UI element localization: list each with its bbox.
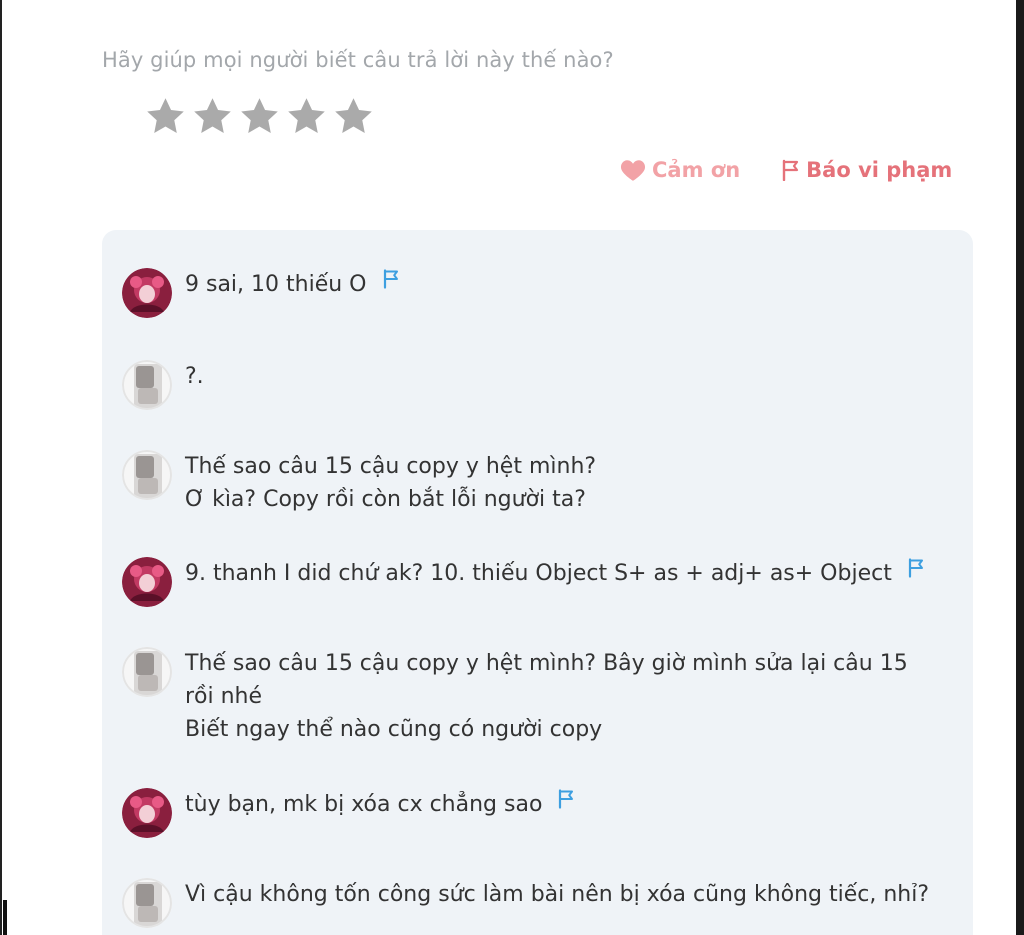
comment-line: Ơ kìa? Copy rồi còn bắt lỗi người ta? — [185, 487, 586, 512]
comment-item: Vì cậu không tốn công sức làm bài nên bị… — [122, 878, 953, 933]
report-flag-icon[interactable] — [908, 555, 926, 588]
comment-line: 9 sai, 10 thiếu O — [185, 272, 367, 297]
anime-avatar[interactable] — [122, 788, 172, 838]
comment-item: Thế sao câu 15 cậu copy y hệt mình? Ơ kì… — [122, 450, 953, 520]
comment-line: Vì cậu không tốn công sức làm bài nên bị… — [185, 882, 930, 907]
comment-line: Thế sao câu 15 cậu copy y hệt mình? Bây … — [185, 651, 908, 709]
comment-text: 9 sai, 10 thiếu O — [185, 268, 943, 301]
comment-line: Thế sao câu 15 cậu copy y hệt mình? — [185, 454, 597, 479]
comment-line: Biết ngay thể nào cũng có người copy — [185, 717, 603, 742]
comment-text: Thế sao câu 15 cậu copy y hệt mình? Ơ kì… — [185, 450, 943, 516]
report-button[interactable]: Báo vi phạm — [782, 158, 952, 182]
heart-icon — [620, 158, 646, 182]
answer-actions: Cảm ơn Báo vi phạm — [620, 158, 952, 182]
star-icon-3[interactable] — [238, 95, 281, 138]
star-icon-5[interactable] — [332, 95, 375, 138]
grey-avatar[interactable] — [122, 360, 172, 410]
comment-text: ?. — [185, 360, 943, 393]
anime-avatar[interactable] — [122, 268, 172, 318]
flag-icon — [782, 159, 800, 181]
comment-text: Thế sao câu 15 cậu copy y hệt mình? Bây … — [185, 647, 943, 746]
grey-avatar[interactable] — [122, 878, 172, 928]
comment-line: ?. — [185, 364, 204, 389]
edge-mark — [3, 900, 7, 935]
comment-text: 9. thanh I did chứ ak? 10. thiếu Object … — [185, 557, 943, 590]
comment-text: Vì cậu không tốn công sức làm bài nên bị… — [185, 878, 943, 911]
report-flag-icon[interactable] — [558, 786, 576, 819]
comment-line: 9. thanh I did chứ ak? 10. thiếu Object … — [185, 561, 892, 586]
comment-item: tùy bạn, mk bị xóa cx chẳng sao — [122, 788, 953, 843]
grey-avatar[interactable] — [122, 647, 172, 697]
grey-avatar[interactable] — [122, 450, 172, 500]
rating-prompt: Hãy giúp mọi người biết câu trả lời này … — [102, 48, 614, 72]
report-flag-icon[interactable] — [383, 266, 401, 299]
comment-item: Thế sao câu 15 cậu copy y hệt mình? Bây … — [122, 647, 953, 752]
comments-panel: 9 sai, 10 thiếu O ?. Thế sao câu 15 cậu … — [102, 230, 973, 935]
comment-item: ?. — [122, 360, 953, 415]
comment-line: tùy bạn, mk bị xóa cx chẳng sao — [185, 792, 543, 817]
anime-avatar[interactable] — [122, 557, 172, 607]
star-icon-2[interactable] — [191, 95, 234, 138]
right-border — [1016, 0, 1024, 935]
thanks-label: Cảm ơn — [652, 158, 741, 182]
thanks-button[interactable]: Cảm ơn — [620, 158, 740, 182]
report-label: Báo vi phạm — [806, 158, 953, 182]
page: Hãy giúp mọi người biết câu trả lời này … — [0, 0, 1024, 935]
star-icon-4[interactable] — [285, 95, 328, 138]
star-icon-1[interactable] — [144, 95, 187, 138]
star-rating[interactable] — [144, 95, 375, 138]
comment-item: 9. thanh I did chứ ak? 10. thiếu Object … — [122, 557, 953, 612]
comment-text: tùy bạn, mk bị xóa cx chẳng sao — [185, 788, 943, 821]
left-border — [0, 0, 2, 935]
comment-item: 9 sai, 10 thiếu O — [122, 268, 953, 323]
